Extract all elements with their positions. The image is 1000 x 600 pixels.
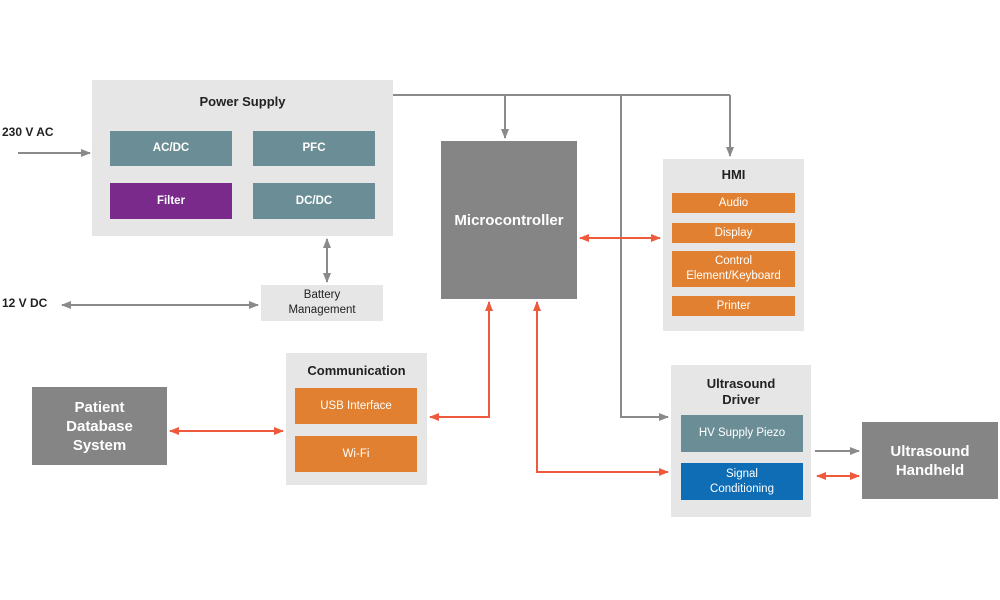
micro-signal-arrow xyxy=(533,301,669,476)
dcdc-block: DC/DC xyxy=(253,183,375,219)
patient-database-block: Patient Database System xyxy=(32,387,167,465)
hmi-control-keyboard: Control Element/Keyboard xyxy=(672,251,795,287)
hmi-display: Display xyxy=(672,223,795,243)
power-supply-title: Power Supply xyxy=(199,94,286,109)
hmi-title: HMI xyxy=(721,167,746,182)
signal-conditioning-block: Signal Conditioning xyxy=(681,463,803,500)
ac-input-label: 230 V AC xyxy=(2,125,54,139)
comm-micro-arrow xyxy=(429,301,493,421)
hv-supply-piezo-block: HV Supply Piezo xyxy=(681,415,803,452)
microcontroller-block: Microcontroller xyxy=(441,141,577,299)
communication-title: Communication xyxy=(307,363,406,378)
dc-input-label: 12 V DC xyxy=(2,296,48,310)
hmi-audio: Audio xyxy=(672,193,795,213)
usb-interface-block: USB Interface xyxy=(295,388,417,424)
power-to-driver xyxy=(620,95,669,421)
filter-block: Filter xyxy=(110,183,232,219)
hmi-printer: Printer xyxy=(672,296,795,316)
acdc-block: AC/DC xyxy=(110,131,232,166)
ultrasound-driver-title: Ultrasound Driver xyxy=(706,376,776,407)
pfc-block: PFC xyxy=(253,131,375,166)
wifi-block: Wi-Fi xyxy=(295,436,417,472)
battery-management-block: Battery Management xyxy=(261,285,383,321)
ultrasound-handheld-block: Ultrasound Handheld xyxy=(862,422,998,499)
